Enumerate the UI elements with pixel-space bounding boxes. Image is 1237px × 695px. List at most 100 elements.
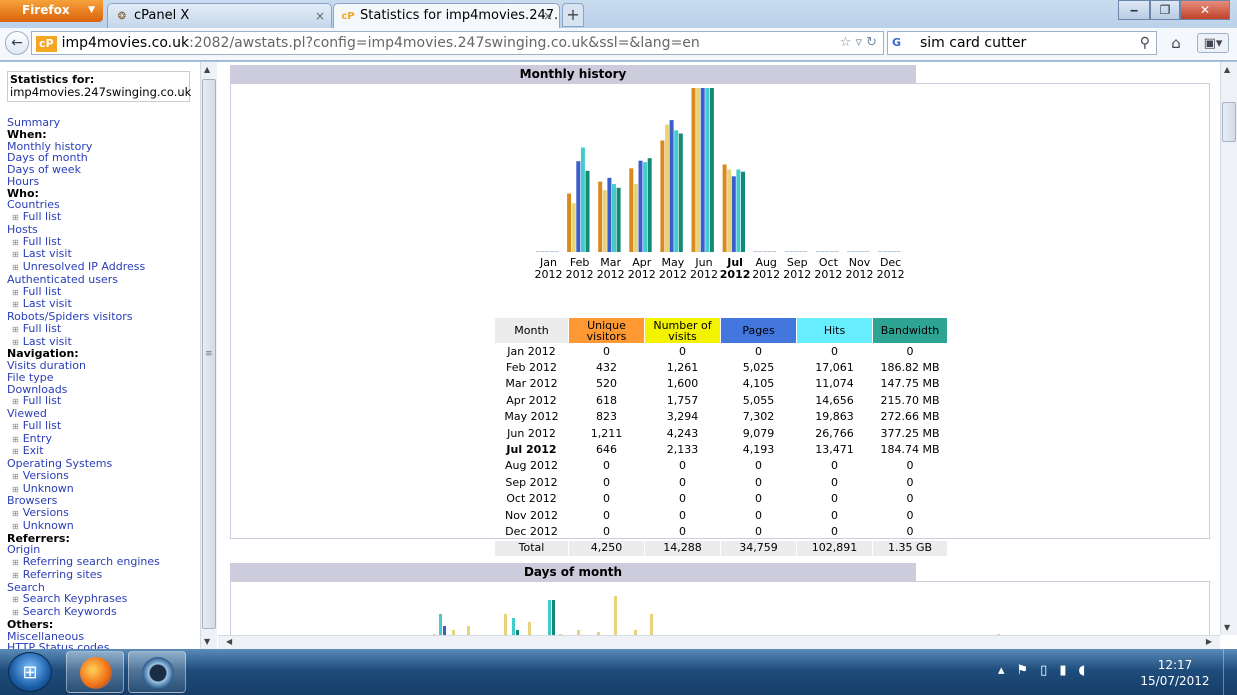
bar-hits-mar-2012 bbox=[612, 184, 616, 252]
menu-link-days-of-week[interactable]: Days of week bbox=[7, 164, 200, 176]
table-cell: Mar 2012 bbox=[505, 377, 558, 391]
month-label: Jan 2012 bbox=[534, 256, 563, 281]
close-tab-icon[interactable]: × bbox=[543, 4, 553, 28]
scroll-up-icon[interactable]: ▲ bbox=[204, 65, 210, 74]
table-cell: 0 bbox=[603, 475, 610, 489]
google-icon[interactable]: G bbox=[892, 36, 906, 50]
maximize-button[interactable]: ❐ bbox=[1150, 0, 1180, 20]
table-cell: Aug 2012 bbox=[505, 459, 558, 473]
menu-link-operating-systems[interactable]: Operating Systems bbox=[7, 458, 200, 470]
url-bar[interactable]: cP imp4movies.co.uk:2082/awstats.pl?confi… bbox=[31, 31, 884, 55]
tab-label: Statistics for imp4movies.247... bbox=[360, 8, 560, 23]
table-cell: 17,061 bbox=[815, 361, 854, 375]
bar-hits-may-2012 bbox=[674, 130, 679, 252]
close-tab-icon[interactable]: × bbox=[315, 4, 325, 28]
bar-bandwidth-jun-2012 bbox=[709, 88, 714, 252]
menu-link-full-list[interactable]: Full list bbox=[7, 419, 200, 433]
table-cell: 3,294 bbox=[666, 410, 699, 424]
menu-heading: When: bbox=[7, 127, 47, 141]
day-bar bbox=[439, 614, 442, 635]
table-row: Nov 2012 0 0 0 0 0 bbox=[495, 508, 947, 523]
table-cell: 4,193 bbox=[742, 443, 775, 457]
cp-favicon-icon: cP bbox=[341, 11, 355, 22]
menu-link-versions[interactable]: Versions bbox=[7, 507, 200, 520]
bar-pages-feb-2012 bbox=[576, 161, 581, 252]
horizontal-scrollbar[interactable]: ◀ ▶ bbox=[218, 635, 1220, 649]
scroll-down-icon[interactable]: ▼ bbox=[1224, 623, 1230, 632]
menu-link-authenticated-users[interactable]: Authenticated users bbox=[7, 273, 200, 286]
scroll-up-icon[interactable]: ▲ bbox=[1224, 65, 1230, 74]
table-cell: Jul 2012 bbox=[506, 443, 557, 457]
bar-pages-jul-2012 bbox=[731, 176, 736, 252]
menu-link-unresolved-ip-address[interactable]: Unresolved IP Address bbox=[7, 261, 200, 274]
menu-link-search-keywords[interactable]: Search Keywords bbox=[7, 606, 200, 619]
menu-link-unknown[interactable]: Unknown bbox=[7, 519, 200, 533]
clock[interactable]: 12:17 15/07/2012 bbox=[1135, 657, 1215, 689]
menu-link-http-status-codes[interactable]: HTTP Status codes bbox=[7, 642, 200, 649]
table-cell: 0 bbox=[603, 492, 610, 506]
table-cell: 0 bbox=[679, 459, 686, 473]
start-button[interactable]: ⊞ bbox=[8, 652, 52, 692]
menu-link-visits-duration[interactable]: Visits duration bbox=[7, 360, 200, 372]
search-box[interactable]: G sim card cutter ⚲ bbox=[887, 31, 1157, 55]
menu-link-full-list[interactable]: Full list bbox=[7, 211, 200, 224]
table-cell: 1,211 bbox=[590, 426, 623, 440]
menu-link-full-list[interactable]: Full list bbox=[7, 322, 200, 336]
table-cell: 0 bbox=[906, 475, 914, 489]
taskbar-app[interactable] bbox=[128, 651, 186, 693]
table-cell: 0 bbox=[679, 492, 686, 506]
day-bar bbox=[443, 626, 446, 635]
bar-hits-jan-2012 bbox=[549, 251, 554, 252]
tab-cpanel[interactable]: ❂ cPanel X × bbox=[107, 3, 332, 28]
show-desktop-button[interactable] bbox=[1223, 649, 1237, 695]
table-cell: 0 bbox=[679, 475, 686, 489]
bar-bandwidth-may-2012 bbox=[678, 133, 683, 252]
menu-link-robots-spiders-visitors[interactable]: Robots/Spiders visitors bbox=[7, 311, 200, 323]
table-cell: 0 bbox=[755, 492, 762, 506]
col-hits: Hits bbox=[797, 318, 872, 343]
table-cell: 0 bbox=[831, 344, 838, 358]
bookmark-star-icon[interactable]: ☆ ▿ ↻ bbox=[840, 32, 877, 54]
menu-link-file-type[interactable]: File type bbox=[7, 371, 200, 384]
menu-link-viewed[interactable]: Viewed bbox=[7, 408, 200, 420]
back-arrow-icon[interactable]: ← bbox=[5, 31, 29, 55]
scroll-thumb[interactable] bbox=[1222, 102, 1236, 142]
taskbar-firefox[interactable] bbox=[66, 651, 124, 693]
search-icon[interactable]: ⚲ bbox=[1140, 32, 1150, 54]
bar-bandwidth-mar-2012 bbox=[616, 187, 621, 252]
menu-link-hours[interactable]: Hours bbox=[7, 175, 200, 188]
table-cell: 377.25 MB bbox=[880, 426, 940, 440]
table-cell: 646 bbox=[596, 443, 617, 457]
menu-link-summary[interactable]: Summary bbox=[7, 117, 200, 129]
bar-bandwidth-dec-2012 bbox=[896, 251, 901, 252]
addon-bar-icon[interactable]: ▣▾ bbox=[1197, 33, 1229, 53]
bar-number-of-visits-jan-2012 bbox=[540, 251, 545, 252]
tray-icons[interactable]: ▴⚑▯▮◖ bbox=[998, 663, 1097, 678]
close-window-button[interactable]: ✕ bbox=[1180, 0, 1230, 20]
table-row: May 2012 823 3,294 7,302 19,863 272.66 MB bbox=[495, 410, 947, 425]
new-tab-button[interactable]: + bbox=[562, 3, 584, 27]
tab-statistics[interactable]: cP Statistics for imp4movies.247... × bbox=[333, 3, 560, 28]
menu-link-versions[interactable]: Versions bbox=[7, 469, 200, 483]
table-cell: 0 bbox=[755, 459, 762, 473]
total-cell: 14,288 bbox=[645, 540, 720, 557]
page-scrollbar[interactable]: ▲ ▼ bbox=[1220, 62, 1237, 635]
site-identity-badge[interactable]: cP bbox=[36, 36, 57, 52]
firefox-menu-button[interactable]: Firefox ▼ bbox=[0, 0, 103, 22]
minimize-button[interactable]: ‒ bbox=[1118, 0, 1150, 20]
total-cell: 102,891 bbox=[797, 540, 872, 557]
monthly-history-title: Monthly history bbox=[230, 65, 916, 83]
scroll-left-icon[interactable]: ◀ bbox=[226, 637, 232, 646]
scroll-right-icon[interactable]: ▶ bbox=[1206, 637, 1212, 646]
table-cell: 0 bbox=[755, 344, 762, 358]
scroll-down-icon[interactable]: ▼ bbox=[204, 637, 210, 646]
menu-link-hosts[interactable]: Hosts bbox=[7, 223, 200, 236]
menu-scrollbar[interactable]: ▲ ≡ ▼ bbox=[200, 62, 217, 649]
table-cell: 0 bbox=[679, 524, 686, 538]
menu-link-referring-sites[interactable]: Referring sites bbox=[7, 568, 200, 582]
home-icon[interactable]: ⌂ bbox=[1165, 33, 1187, 53]
bar-number-of-visits-jun-2012 bbox=[696, 88, 701, 252]
month-label: Nov 2012 bbox=[845, 256, 874, 281]
bar-unique-visitors-oct-2012 bbox=[815, 251, 820, 252]
menu-link-referring-search-engines[interactable]: Referring search engines bbox=[7, 556, 200, 569]
